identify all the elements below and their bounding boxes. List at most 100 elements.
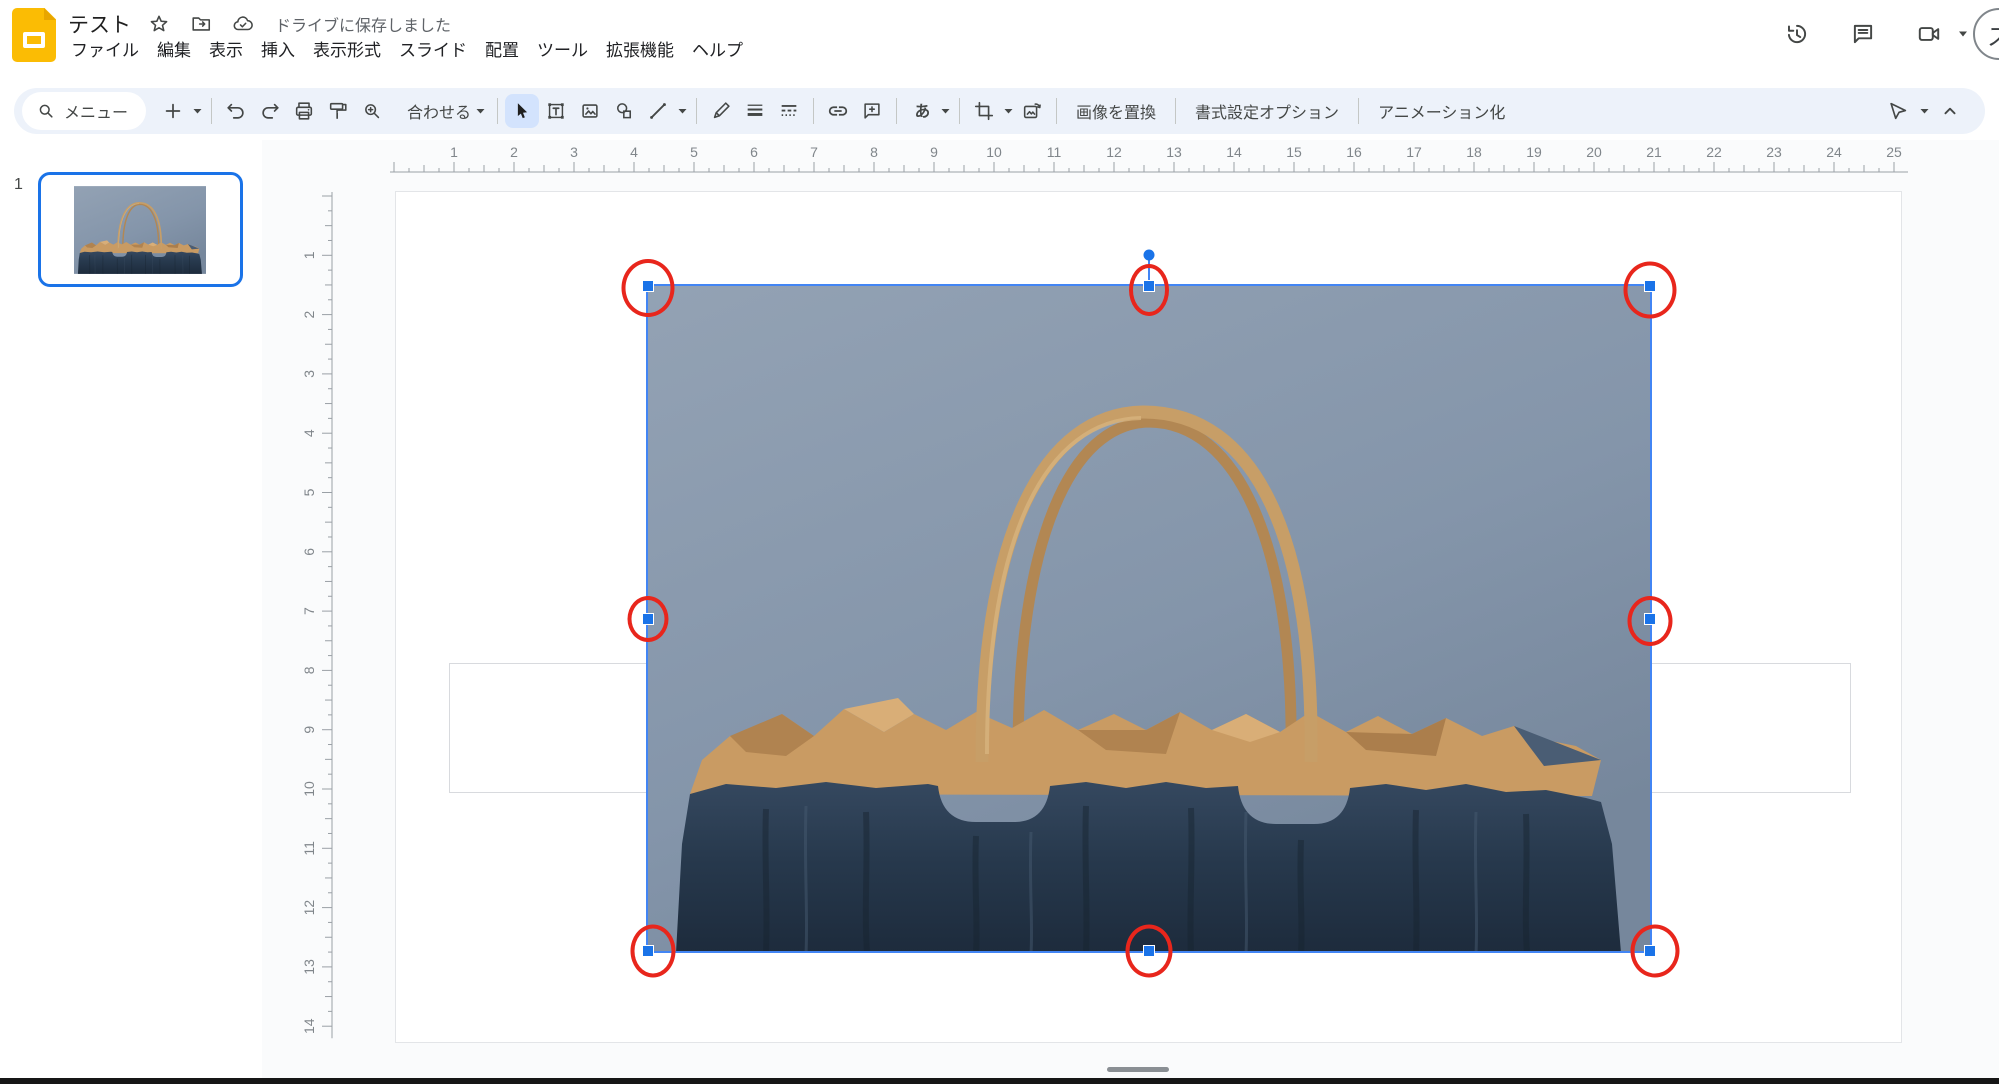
menu-arrange[interactable]: 配置 xyxy=(476,36,528,66)
rotation-handle[interactable] xyxy=(1143,249,1155,261)
fit-zoom-button[interactable]: 合わせる xyxy=(389,99,490,123)
resize-handle-middle-right[interactable] xyxy=(1644,612,1656,625)
header-actions xyxy=(1775,12,1969,56)
insert-image-button[interactable] xyxy=(573,94,607,128)
paint-format-button[interactable] xyxy=(321,94,355,128)
svg-text:6: 6 xyxy=(750,144,758,160)
svg-text:16: 16 xyxy=(1346,144,1362,160)
menu-tools[interactable]: ツール xyxy=(528,36,597,66)
resize-handle-top-center[interactable] xyxy=(1143,280,1155,292)
toolbar-right-group xyxy=(1881,94,1967,128)
menu-extensions[interactable]: 拡張機能 xyxy=(597,36,683,66)
slide-thumbnail-image xyxy=(74,186,206,274)
slide-number: 1 xyxy=(14,176,23,193)
resize-handle-bottom-center[interactable] xyxy=(1143,945,1155,957)
text-box-button[interactable] xyxy=(539,94,573,128)
redo-button[interactable] xyxy=(253,94,287,128)
pointer-mode-button[interactable] xyxy=(1881,94,1915,128)
svg-text:あ: あ xyxy=(915,103,931,121)
svg-text:10: 10 xyxy=(986,144,1002,160)
print-button[interactable] xyxy=(287,94,321,128)
crop-button[interactable] xyxy=(967,94,1001,128)
new-slide-caret-icon[interactable] xyxy=(190,96,204,126)
menu-search-button[interactable]: メニュー xyxy=(22,92,147,130)
svg-text:12: 12 xyxy=(1106,144,1122,160)
insert-line-caret-icon[interactable] xyxy=(675,96,689,126)
slide-canvas[interactable] xyxy=(395,191,1902,1043)
menu-file[interactable]: ファイル xyxy=(62,36,148,66)
svg-text:8: 8 xyxy=(870,144,878,160)
menu-edit[interactable]: 編集 xyxy=(148,36,200,66)
pointer-mode-caret-icon[interactable] xyxy=(1917,96,1931,126)
svg-text:18: 18 xyxy=(1466,144,1482,160)
toolbar-divider xyxy=(696,98,698,124)
video-call-icon[interactable] xyxy=(1907,12,1951,56)
zoom-in-button[interactable] xyxy=(355,94,389,128)
horizontal-scroll-handle[interactable] xyxy=(1107,1067,1169,1072)
text-options-caret-icon[interactable] xyxy=(938,96,952,126)
svg-text:6: 6 xyxy=(301,548,317,556)
video-call-caret-icon[interactable] xyxy=(1957,25,1969,43)
svg-text:23: 23 xyxy=(1766,144,1782,160)
menu-slide[interactable]: スライド xyxy=(390,36,476,66)
line-weight-button[interactable] xyxy=(738,94,772,128)
menu-format[interactable]: 表示形式 xyxy=(304,36,390,66)
avatar-glyph: ス xyxy=(1987,17,1999,52)
svg-text:14: 14 xyxy=(1226,144,1242,160)
resize-handle-middle-left[interactable] xyxy=(642,612,654,625)
document-title[interactable]: テスト xyxy=(68,9,131,39)
toolbar-divider xyxy=(211,98,213,124)
add-comment-button[interactable] xyxy=(855,94,889,128)
slide-thumbnail[interactable] xyxy=(38,172,243,287)
new-slide-button[interactable] xyxy=(156,94,190,128)
fit-zoom-caret-icon xyxy=(476,108,485,113)
google-slides-window: テスト ドライブに保存しました ファイル 編集 表示 挿入 表示形式 スライド … xyxy=(0,0,1999,1084)
svg-text:25: 25 xyxy=(1886,144,1902,160)
svg-text:19: 19 xyxy=(1526,144,1542,160)
svg-text:10: 10 xyxy=(301,781,317,797)
toolbar-divider xyxy=(959,98,961,124)
star-icon[interactable] xyxy=(145,10,173,38)
toolbar-divider xyxy=(1358,98,1360,124)
format-options-button[interactable]: 書式設定オプション xyxy=(1183,99,1351,123)
insert-shape-button[interactable] xyxy=(607,94,641,128)
cloud-saved-icon[interactable] xyxy=(229,10,257,38)
svg-text:9: 9 xyxy=(301,726,317,734)
select-cursor-button[interactable] xyxy=(505,94,540,128)
menu-help[interactable]: ヘルプ xyxy=(683,36,752,66)
resize-handle-top-right[interactable] xyxy=(1644,280,1656,292)
avatar[interactable]: ス xyxy=(1973,8,1999,60)
insert-link-button[interactable] xyxy=(821,94,855,128)
replace-image-button[interactable]: 画像を置換 xyxy=(1064,99,1168,123)
crop-caret-icon[interactable] xyxy=(1001,96,1015,126)
move-to-folder-icon[interactable] xyxy=(187,10,215,38)
svg-text:4: 4 xyxy=(630,144,638,160)
filmstrip-panel: 1 xyxy=(0,140,262,1078)
line-dash-button[interactable] xyxy=(772,94,806,128)
svg-text:14: 14 xyxy=(301,1018,317,1034)
resize-handle-top-left[interactable] xyxy=(642,280,654,292)
comments-icon[interactable] xyxy=(1841,12,1885,56)
replace-image-icon-button[interactable] xyxy=(1015,94,1049,128)
resize-handle-bottom-right[interactable] xyxy=(1644,945,1656,957)
video-call-group xyxy=(1907,12,1969,56)
svg-text:3: 3 xyxy=(301,370,317,378)
menubar: ファイル 編集 表示 挿入 表示形式 スライド 配置 ツール 拡張機能 ヘルプ xyxy=(62,36,752,66)
svg-text:11: 11 xyxy=(301,841,317,856)
scribble-pen-button[interactable] xyxy=(704,94,738,128)
insert-line-button[interactable] xyxy=(641,94,675,128)
menu-view[interactable]: 表示 xyxy=(200,36,252,66)
version-history-icon[interactable] xyxy=(1775,12,1819,56)
save-status[interactable]: ドライブに保存しました xyxy=(275,12,451,36)
slides-logo[interactable] xyxy=(12,8,56,62)
header: テスト ドライブに保存しました ファイル 編集 表示 挿入 表示形式 スライド … xyxy=(0,0,1999,70)
svg-text:13: 13 xyxy=(301,959,317,975)
menu-insert[interactable]: 挿入 xyxy=(252,36,304,66)
resize-handle-bottom-left[interactable] xyxy=(642,945,654,957)
svg-text:9: 9 xyxy=(930,144,938,160)
svg-text:15: 15 xyxy=(1286,144,1302,160)
text-options-button[interactable]: あ xyxy=(904,94,938,128)
animate-button[interactable]: アニメーション化 xyxy=(1366,99,1517,123)
hide-toolbar-button[interactable] xyxy=(1933,94,1967,128)
undo-button[interactable] xyxy=(219,94,253,128)
